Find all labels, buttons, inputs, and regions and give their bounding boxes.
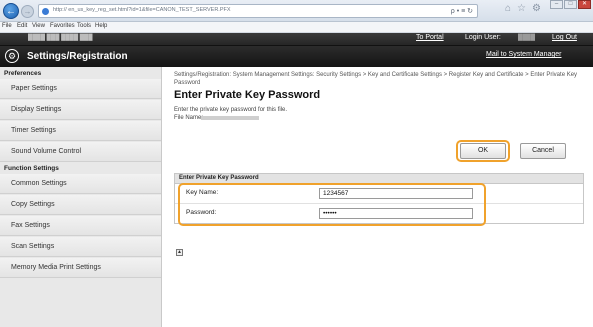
to-portal-link[interactable]: To Portal — [416, 34, 444, 41]
window-controls: – □ ✕ — [550, 0, 591, 9]
file-name-redacted — [201, 116, 259, 120]
sidebar-item-label: Fax Settings — [11, 222, 50, 229]
sidebar-item-scan-settings[interactable]: Scan Settings — [0, 237, 161, 257]
menu-help[interactable]: Help — [95, 23, 107, 29]
sidebar-item-display-settings[interactable]: Display Settings — [0, 100, 161, 120]
fields-highlight — [178, 183, 486, 226]
app-title: Settings/Registration — [27, 51, 128, 62]
sidebar-item-label: Copy Settings — [11, 201, 55, 208]
settings-gear-icon: ⚙ — [5, 49, 19, 63]
sidebar-item-label: Scan Settings — [11, 243, 55, 250]
home-star-gear-icons[interactable]: ⌂☆⚙ — [505, 3, 547, 14]
ok-button[interactable]: OK — [460, 143, 506, 159]
menu-tools[interactable]: Tools — [77, 23, 91, 29]
sidebar-item-sound-volume-control[interactable]: Sound Volume Control — [0, 142, 161, 162]
sidebar-item-label: Memory Media Print Settings — [11, 264, 101, 271]
sidebar-item-timer-settings[interactable]: Timer Settings — [0, 121, 161, 141]
sidebar-heading-function-settings: Function Settings — [4, 165, 59, 172]
login-user-redacted: ████ — [518, 35, 536, 41]
sidebar-item-fax-settings[interactable]: Fax Settings — [0, 216, 161, 236]
section-title: Enter Private Key Password — [179, 175, 259, 181]
sidebar-item-label: Display Settings — [11, 106, 62, 113]
sidebar-item-label: Common Settings — [11, 180, 67, 187]
close-icon[interactable]: ✕ — [578, 0, 591, 9]
sidebar: Preferences Paper Settings Display Setti… — [0, 67, 162, 327]
back-arrow-icon[interactable]: ← — [3, 3, 19, 19]
sidebar-item-common-settings[interactable]: Common Settings — [0, 174, 161, 194]
address-tools[interactable]: ρ • ≡ ↻ — [451, 7, 473, 15]
menu-edit[interactable]: Edit — [17, 23, 27, 29]
header-top-strip: ████ ███ ████ ███ To Portal Login User: … — [0, 33, 593, 46]
minimize-icon[interactable]: – — [550, 0, 563, 9]
sidebar-item-copy-settings[interactable]: Copy Settings — [0, 195, 161, 215]
scroll-to-top-icon[interactable]: ▲ — [176, 249, 183, 256]
app-title-row: ⚙ Settings/Registration Mail to System M… — [0, 46, 593, 67]
sidebar-item-label: Paper Settings — [11, 85, 57, 92]
forward-arrow-icon[interactable]: → — [21, 5, 34, 18]
logout-link[interactable]: Log Out — [552, 34, 577, 41]
sidebar-item-label: Sound Volume Control — [11, 148, 82, 155]
sidebar-item-memory-media-print-settings[interactable]: Memory Media Print Settings — [0, 258, 161, 278]
page-title: Enter Private Key Password — [174, 89, 321, 101]
maximize-icon[interactable]: □ — [564, 0, 577, 9]
menu-favorites[interactable]: Favorites — [50, 23, 75, 29]
app-header: ████ ███ ████ ███ To Portal Login User: … — [0, 33, 593, 67]
main-content: Settings/Registration: System Management… — [163, 67, 593, 327]
sidebar-item-paper-settings[interactable]: Paper Settings — [0, 79, 161, 99]
address-url: http:// en_us_key_reg_set.html?id=1&file… — [53, 7, 231, 13]
cancel-button[interactable]: Cancel — [520, 143, 566, 159]
ie-page-icon — [42, 8, 49, 15]
menu-file[interactable]: File — [2, 23, 12, 29]
sidebar-heading-preferences: Preferences — [4, 70, 42, 77]
instruction-text: Enter the private key password for this … — [174, 107, 288, 113]
mail-to-system-manager-link[interactable]: Mail to System Manager — [486, 51, 561, 58]
device-name-redacted: ████ ███ ████ ███ — [28, 35, 93, 41]
file-name-label: File Name: — [174, 115, 204, 121]
browser-toolbar: ← → http:// en_us_key_reg_set.html?id=1&… — [0, 0, 593, 22]
menu-view[interactable]: View — [32, 23, 45, 29]
address-bar[interactable]: http:// en_us_key_reg_set.html?id=1&file… — [38, 4, 478, 18]
breadcrumb: Settings/Registration: System Management… — [174, 72, 578, 86]
browser-menu-bar: File Edit View Favorites Tools Help — [0, 22, 593, 33]
sidebar-item-label: Timer Settings — [11, 127, 56, 134]
login-user-label: Login User: — [465, 34, 501, 41]
